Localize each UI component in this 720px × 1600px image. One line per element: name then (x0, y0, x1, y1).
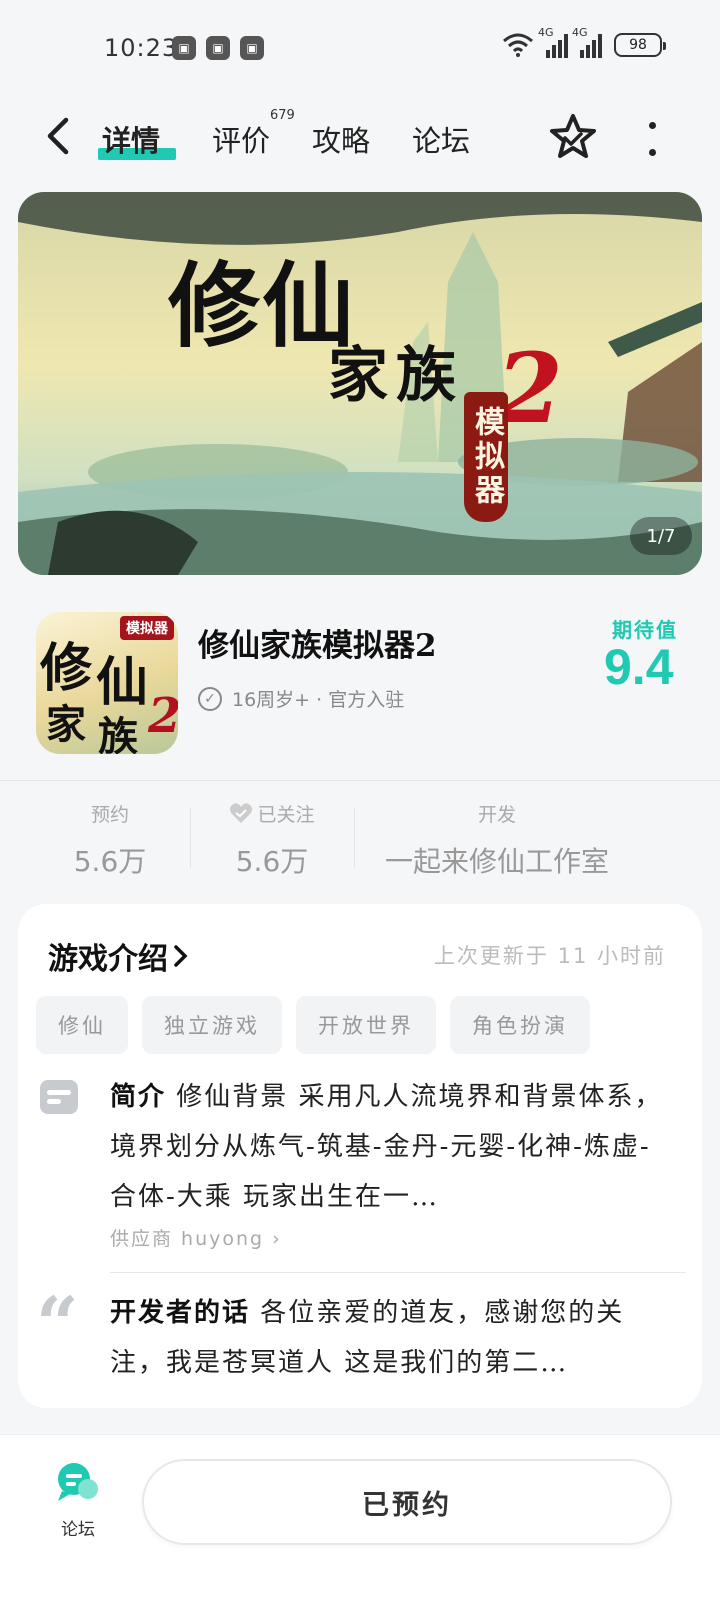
game-intro-card: 游戏介绍 上次更新于 11 小时前 修仙 独立游戏 开放世界 角色扮演 简介 修… (18, 904, 702, 1408)
developer-note[interactable]: 开发者的话 各位亲爱的道友，感谢您的关注，我是苍冥道人 这是我们的第二… (110, 1288, 670, 1388)
banner-subtitle: 模拟器 (464, 392, 508, 522)
status-bar: 10:23 ▣ ▣ ▣ 4G 4G 98 (0, 0, 720, 90)
age-rating-label: 16周岁+ · 官方入驻 (232, 689, 405, 711)
game-intro-title[interactable]: 游戏介绍 (48, 934, 190, 978)
tag-chip[interactable]: 修仙 (36, 996, 128, 1054)
bottom-action-bar: 论坛 已预约 (0, 1434, 720, 1600)
tag-chip[interactable]: 角色扮演 (450, 996, 590, 1054)
screenshot-carousel[interactable]: 修仙 家族 2 模拟器 1/7 (18, 192, 702, 575)
heart-icon (230, 803, 253, 823)
more-options-icon[interactable] (642, 122, 662, 156)
reserved-button[interactable]: 已预约 (142, 1459, 672, 1545)
top-nav: 详情 评价 679 攻略 论坛 (0, 100, 720, 176)
document-icon (40, 1080, 78, 1114)
banner-title-line2: 家族 (328, 341, 464, 411)
favorite-star-icon[interactable] (548, 112, 598, 162)
game-summary[interactable]: 简介 修仙背景 采用凡人流境界和背景体系，境界划分从炼气-筑基-金丹-元婴-化神… (110, 1072, 670, 1222)
signal-icon: 4G (538, 26, 568, 58)
forum-button[interactable]: 论坛 (46, 1461, 110, 1541)
back-icon[interactable] (40, 114, 80, 158)
app-name: 修仙家族模拟器2 (198, 628, 437, 664)
tag-list: 修仙 独立游戏 开放世界 角色扮演 (36, 996, 590, 1054)
signal-icon: 4G (572, 26, 602, 58)
tag-chip[interactable]: 开放世界 (296, 996, 436, 1054)
stat-divider (354, 808, 355, 868)
status-indicators: 4G 4G 98 (502, 26, 666, 58)
expectation-score: 9.4 (604, 639, 674, 695)
review-count: 679 (270, 108, 295, 123)
verified-check-icon: ✓ (198, 686, 222, 711)
app-meta: ✓ 16周岁+ · 官方入驻 (198, 685, 404, 712)
tab-forum[interactable]: 论坛 (412, 118, 470, 160)
notification-app-icon: ▣ (172, 36, 196, 60)
chat-bubble-icon (58, 1463, 98, 1501)
stat-reservations: 预约 5.6万 (73, 803, 147, 879)
divider (110, 1272, 686, 1273)
notification-icons: ▣ ▣ ▣ (172, 36, 264, 60)
carousel-counter: 1/7 (630, 517, 692, 555)
tab-reviews[interactable]: 评价 (212, 118, 270, 160)
divider (0, 780, 720, 781)
wifi-icon (503, 33, 533, 57)
app-icon: 模拟器 修 仙 家 族 2 (36, 612, 178, 754)
notification-app-icon: ▣ (240, 36, 264, 60)
status-time: 10:23 (104, 34, 179, 62)
tab-details[interactable]: 详情 (102, 118, 160, 160)
tab-guides[interactable]: 攻略 (312, 118, 370, 160)
supplier-link[interactable]: 供应商 huyong › (110, 1224, 282, 1251)
last-updated: 上次更新于 11 小时前 (433, 944, 666, 968)
chevron-right-icon: › (272, 1228, 282, 1250)
stat-developer[interactable]: 开发 一起来修仙工作室 (362, 800, 632, 880)
quote-icon: “ (36, 1282, 79, 1368)
battery-icon: 98 (614, 33, 666, 57)
chevron-right-icon (174, 945, 188, 967)
stat-divider (190, 808, 191, 868)
tag-chip[interactable]: 独立游戏 (142, 996, 282, 1054)
notification-app-icon: ▣ (206, 36, 230, 60)
stat-following[interactable]: 已关注 5.6万 (202, 800, 342, 880)
